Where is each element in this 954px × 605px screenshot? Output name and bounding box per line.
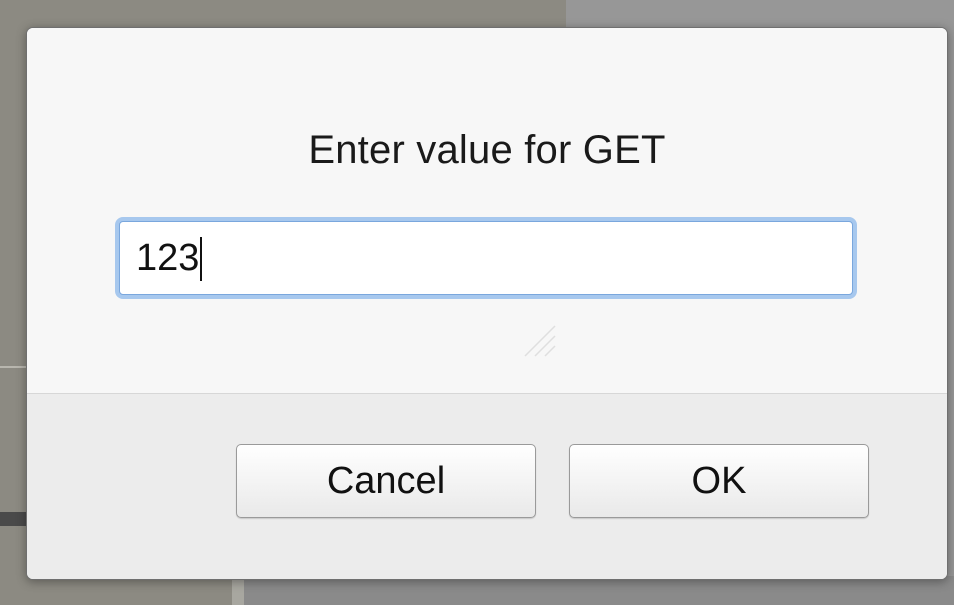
cancel-button[interactable]: Cancel	[236, 444, 536, 518]
dialog-title: Enter value for GET	[308, 128, 666, 172]
background-separator	[232, 576, 244, 605]
prompt-dialog: Enter value for GET Cancel OK	[26, 27, 948, 580]
background-bar	[0, 512, 26, 526]
background-divider	[0, 366, 26, 368]
app-backdrop: Enter value for GET Cancel OK	[0, 0, 954, 605]
value-input[interactable]	[120, 222, 852, 294]
background-panel-bottom	[232, 576, 954, 605]
value-input-field[interactable]	[119, 221, 853, 295]
resize-grip-icon	[524, 325, 556, 357]
ok-button[interactable]: OK	[569, 444, 869, 518]
text-caret	[200, 237, 203, 281]
dialog-body: Enter value for GET	[27, 28, 947, 393]
